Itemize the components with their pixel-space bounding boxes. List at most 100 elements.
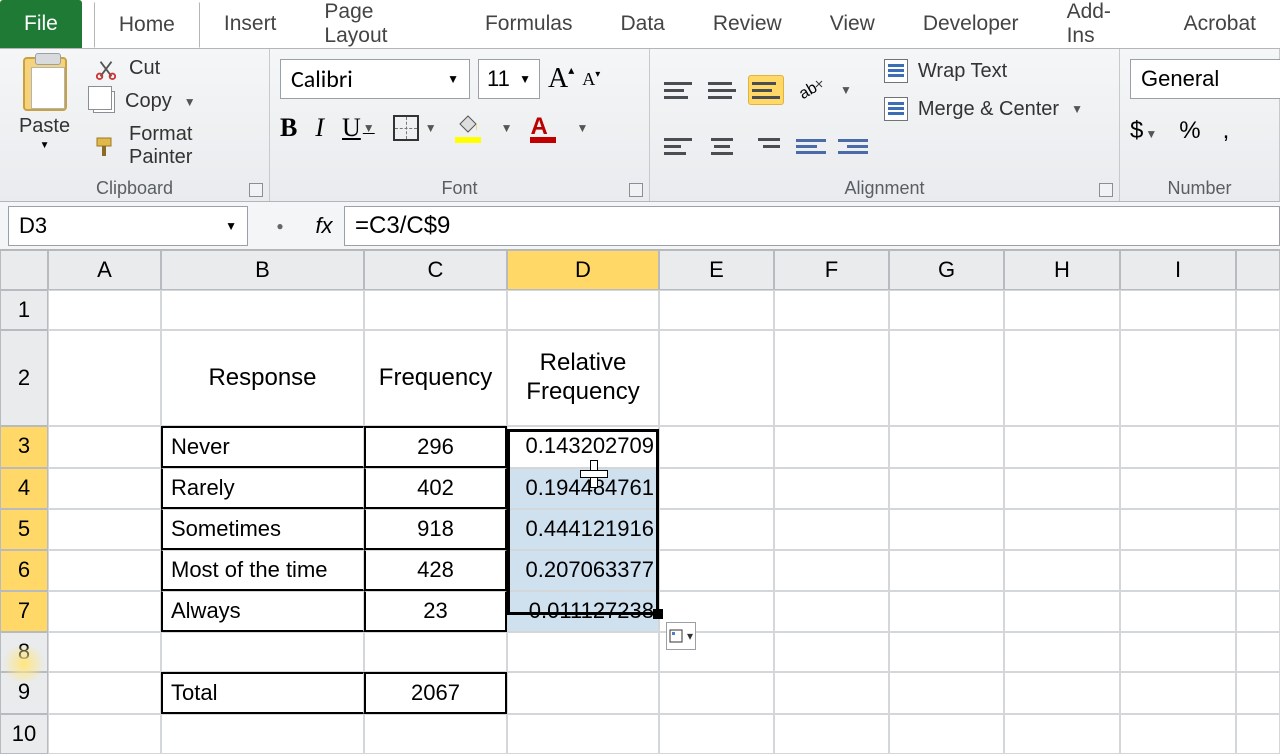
chevron-down-icon[interactable]: ▼	[1071, 102, 1083, 116]
tab-insert[interactable]: Insert	[200, 0, 301, 48]
paste-button[interactable]: Paste ▼	[10, 55, 79, 151]
cell-D5[interactable]: 0.444121916	[507, 509, 659, 550]
cell-E9[interactable]	[659, 672, 774, 714]
cell-E6[interactable]	[659, 550, 774, 591]
format-painter-button[interactable]: Format Painter	[93, 123, 259, 169]
chevron-down-icon[interactable]: ▼	[225, 219, 237, 233]
row-header-5[interactable]: 5	[0, 509, 48, 550]
dialog-launcher-font[interactable]	[629, 183, 643, 197]
grow-font-button[interactable]: A▴	[548, 63, 574, 95]
fill-handle[interactable]	[653, 609, 663, 619]
font-color-button[interactable]: A	[530, 113, 556, 143]
fx-icon[interactable]: fx	[304, 213, 344, 239]
cell-C6[interactable]: 428	[364, 550, 507, 591]
cell-A1[interactable]	[48, 290, 161, 330]
cell-D9[interactable]	[507, 672, 659, 714]
name-box[interactable]: D3 ▼	[8, 206, 248, 246]
cell-A9[interactable]	[48, 672, 161, 714]
cell-H3[interactable]	[1004, 426, 1120, 468]
font-name-select[interactable]: Calibri ▼	[280, 59, 470, 99]
wrap-text-button[interactable]: Wrap Text	[884, 59, 1083, 83]
cell-I7[interactable]	[1120, 591, 1236, 632]
cell-F9[interactable]	[774, 672, 889, 714]
cell-D3[interactable]: 0.143202709	[507, 426, 659, 468]
row-header-8[interactable]: 8	[0, 632, 48, 672]
cell-D4[interactable]: 0.194484761	[507, 468, 659, 509]
underline-button[interactable]: U▼	[342, 113, 375, 143]
align-center-button[interactable]	[704, 131, 740, 161]
cell-blank3[interactable]	[1236, 426, 1280, 468]
cell-A7[interactable]	[48, 591, 161, 632]
cancel-formula-button[interactable]: ●	[256, 219, 304, 233]
decrease-indent-button[interactable]	[796, 133, 826, 159]
cell-blank5[interactable]	[1236, 509, 1280, 550]
number-format-select[interactable]: General	[1130, 59, 1280, 99]
cell-G4[interactable]	[889, 468, 1004, 509]
cell-G3[interactable]	[889, 426, 1004, 468]
cell-B4[interactable]: Rarely	[161, 468, 364, 509]
cell-E3[interactable]	[659, 426, 774, 468]
cell-H4[interactable]	[1004, 468, 1120, 509]
cell-blank4[interactable]	[1236, 468, 1280, 509]
cell-blank8[interactable]	[1236, 632, 1280, 672]
cell-H5[interactable]	[1004, 509, 1120, 550]
tab-data[interactable]: Data	[596, 0, 688, 48]
cell-I9[interactable]	[1120, 672, 1236, 714]
copy-button[interactable]: Copy ▼	[93, 90, 259, 113]
cell-G8[interactable]	[889, 632, 1004, 672]
cell-H7[interactable]	[1004, 591, 1120, 632]
cell-A5[interactable]	[48, 509, 161, 550]
cell-F7[interactable]	[774, 591, 889, 632]
cell-C7[interactable]: 23	[364, 591, 507, 632]
cell-D8[interactable]	[507, 632, 659, 672]
cell-I10[interactable]	[1120, 714, 1236, 754]
cell-B5[interactable]: Sometimes	[161, 509, 364, 550]
cell-G7[interactable]	[889, 591, 1004, 632]
cell-A6[interactable]	[48, 550, 161, 591]
cell-D1[interactable]	[507, 290, 659, 330]
col-header-C[interactable]: C	[364, 250, 507, 290]
cell-B7[interactable]: Always	[161, 591, 364, 632]
col-header-G[interactable]: G	[889, 250, 1004, 290]
cell-I5[interactable]	[1120, 509, 1236, 550]
cell-C8[interactable]	[364, 632, 507, 672]
cell-B2[interactable]: Response	[161, 330, 364, 426]
tab-home[interactable]: Home	[94, 0, 200, 48]
cell-I2[interactable]	[1120, 330, 1236, 426]
cell-I8[interactable]	[1120, 632, 1236, 672]
cell-G6[interactable]	[889, 550, 1004, 591]
cell-I1[interactable]	[1120, 290, 1236, 330]
col-header-I[interactable]: I	[1120, 250, 1236, 290]
cell-C2[interactable]: Frequency	[364, 330, 507, 426]
chevron-down-icon[interactable]: ▼	[363, 121, 375, 136]
cell-blank1[interactable]	[1236, 290, 1280, 330]
cell-H10[interactable]	[1004, 714, 1120, 754]
cell-blank7[interactable]	[1236, 591, 1280, 632]
cell-D10[interactable]	[507, 714, 659, 754]
row-header-4[interactable]: 4	[0, 468, 48, 509]
tab-file[interactable]: File	[0, 0, 82, 48]
cell-F8[interactable]	[774, 632, 889, 672]
chevron-down-icon[interactable]: ▼	[840, 83, 852, 97]
accounting-format-button[interactable]: $▼	[1130, 117, 1157, 145]
chevron-down-icon[interactable]: ▼	[576, 121, 588, 135]
cell-D6[interactable]: 0.207063377	[507, 550, 659, 591]
font-size-select[interactable]: 11 ▼	[478, 59, 540, 99]
col-header-H[interactable]: H	[1004, 250, 1120, 290]
cell-H8[interactable]	[1004, 632, 1120, 672]
orientation-button[interactable]: ab	[796, 75, 826, 105]
cell-B6[interactable]: Most of the time	[161, 550, 364, 591]
cell-F6[interactable]	[774, 550, 889, 591]
cell-A4[interactable]	[48, 468, 161, 509]
cell-B8[interactable]	[161, 632, 364, 672]
row-header-1[interactable]: 1	[0, 290, 48, 330]
cell-A8[interactable]	[48, 632, 161, 672]
worksheet[interactable]: A B C D E F G H I 1 2 Response Frequency…	[0, 250, 1280, 754]
chevron-down-icon[interactable]: ▼	[40, 140, 50, 151]
col-header-blank[interactable]	[1236, 250, 1280, 290]
chevron-down-icon[interactable]: ▼	[184, 95, 196, 109]
merge-center-button[interactable]: Merge & Center ▼	[884, 97, 1083, 121]
cell-G1[interactable]	[889, 290, 1004, 330]
chevron-down-icon[interactable]: ▼	[519, 72, 531, 86]
autofill-options-button[interactable]	[666, 622, 696, 650]
